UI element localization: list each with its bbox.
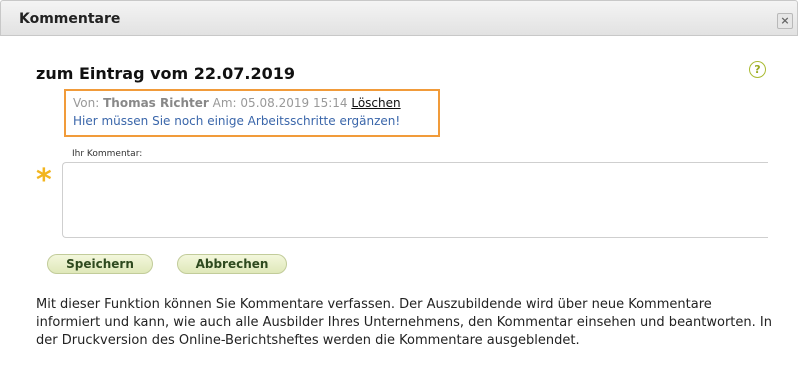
- help-icon[interactable]: ?: [749, 61, 766, 78]
- comment-date-label: Am:: [212, 96, 237, 110]
- cancel-button[interactable]: Abbrechen: [177, 254, 287, 274]
- comment-entry: Von: Thomas Richter Am: 05.08.2019 15:14…: [64, 89, 440, 137]
- comment-field-label: Ihr Kommentar:: [72, 149, 143, 159]
- comment-meta: Von: Thomas Richter Am: 05.08.2019 15:14…: [73, 96, 431, 110]
- page-title: zum Eintrag vom 22.07.2019: [36, 64, 295, 83]
- dialog-titlebar: Kommentare ×: [0, 0, 798, 36]
- required-marker: *: [36, 163, 52, 198]
- comment-from-label: Von:: [73, 96, 100, 110]
- comment-text: Hier müssen Sie noch einige Arbeitsschri…: [73, 114, 401, 128]
- delete-comment-link[interactable]: Löschen: [351, 96, 400, 110]
- close-icon[interactable]: ×: [777, 13, 793, 29]
- comment-author: Thomas Richter: [103, 96, 209, 110]
- dialog-title: Kommentare: [19, 11, 121, 27]
- comment-datetime: 05.08.2019 15:14: [240, 96, 348, 110]
- save-button[interactable]: Speichern: [47, 254, 153, 274]
- comment-input[interactable]: [62, 162, 768, 238]
- info-text: Mit dieser Funktion können Sie Kommentar…: [36, 297, 772, 348]
